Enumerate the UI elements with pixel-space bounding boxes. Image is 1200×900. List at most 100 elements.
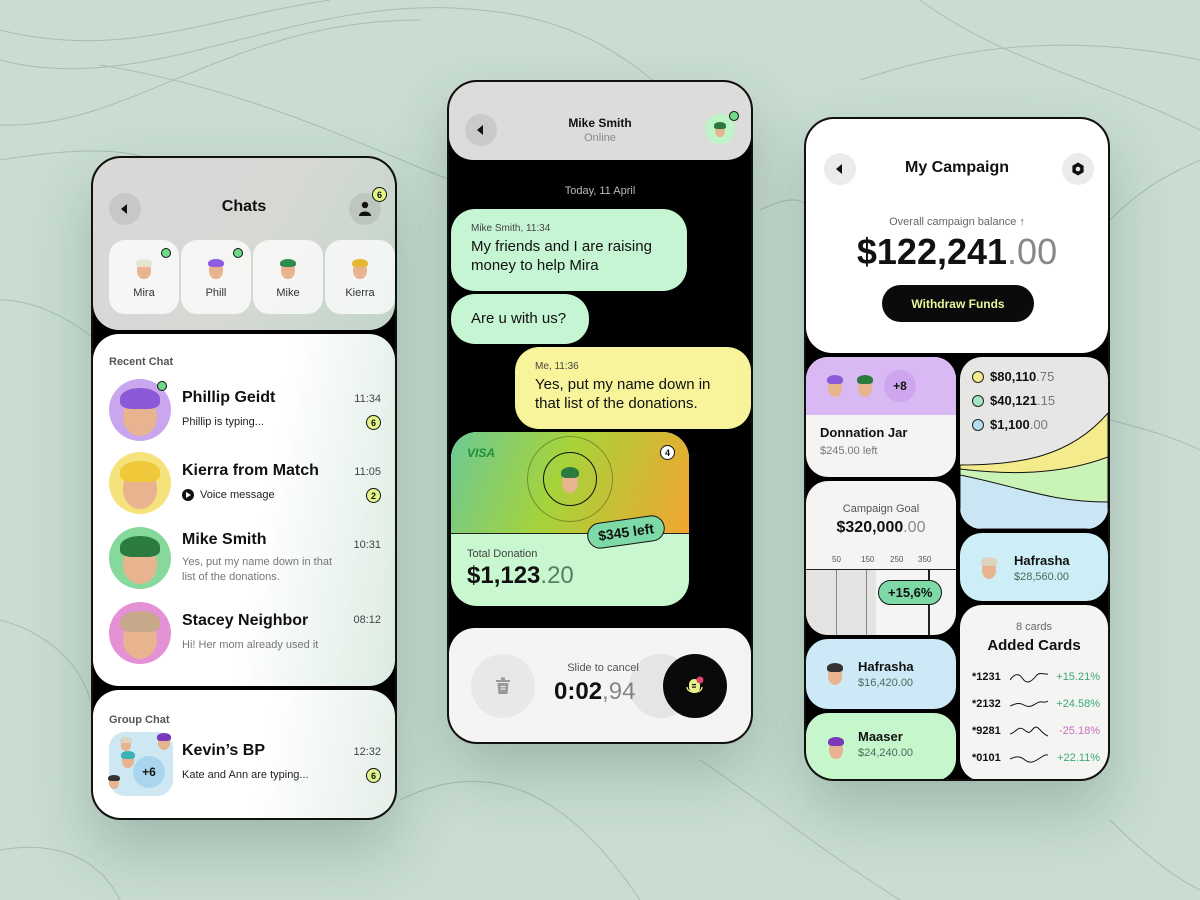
message-bubble-outgoing: Me, 11:36 Yes, put my name down in that … bbox=[515, 347, 751, 429]
card-row[interactable]: *1231 +15.21% bbox=[972, 669, 1100, 687]
donation-card[interactable]: VISA 4 $345 left Total Donation $1,123.2… bbox=[451, 432, 689, 606]
voice-recorder-bar: Slide to cancel 0:02,94 bbox=[449, 628, 751, 742]
chat-item[interactable]: Mike Smith Yes, put my name down in that… bbox=[109, 527, 381, 593]
donor-name: Hafrasha bbox=[858, 659, 914, 674]
chat-time: 08:12 bbox=[353, 614, 381, 626]
record-button[interactable] bbox=[663, 654, 727, 718]
unread-badge: 2 bbox=[366, 488, 381, 503]
chat-name: Kierra from Match bbox=[182, 462, 319, 479]
card-number: *1231 bbox=[972, 671, 1001, 683]
member-avatar bbox=[852, 371, 878, 399]
story-mira[interactable]: Mira bbox=[109, 240, 179, 314]
section-label: Recent Chat bbox=[109, 356, 174, 368]
chat-item[interactable]: Kierra from Match Voice message 11:05 2 bbox=[109, 452, 381, 518]
goal-label: Campaign Goal bbox=[842, 503, 920, 515]
arrow-up-icon: ↑ bbox=[1019, 216, 1025, 228]
donor-avatar bbox=[824, 733, 848, 761]
goal-progress: +15,6% bbox=[806, 569, 956, 635]
cards-title: Added Cards bbox=[987, 637, 1081, 654]
message-bubble-incoming: Mike Smith, 11:34 My friends and I are r… bbox=[451, 209, 687, 291]
chat-preview: Phillip is typing... bbox=[182, 416, 264, 428]
withdraw-funds-button[interactable]: Withdraw Funds bbox=[882, 285, 1034, 322]
axis-tick: 250 bbox=[890, 555, 904, 564]
donor-tile[interactable]: Hafrasha $16,420.00 bbox=[806, 639, 956, 709]
contacts-badge: 6 bbox=[372, 187, 387, 202]
member-avatar bbox=[153, 730, 175, 752]
chat-preview: Yes, put my name down in that list of th… bbox=[182, 556, 333, 583]
contact-avatar-button[interactable] bbox=[705, 111, 739, 144]
voice-message-label: Voice message bbox=[200, 489, 275, 501]
card-row[interactable]: *2132 +24.58% bbox=[972, 696, 1100, 714]
message-text: My friends and I are raising money to he… bbox=[471, 238, 652, 274]
contacts-button[interactable]: 6 bbox=[349, 187, 387, 225]
online-indicator bbox=[729, 111, 739, 121]
chat-preview: Hi! Her mom already used it bbox=[182, 639, 319, 651]
chat-time: 12:32 bbox=[353, 746, 381, 758]
chat-name: Phillip Geidt bbox=[182, 389, 276, 406]
group-chat-panel: Group Chat +6 Kevin’s BP Kate and Ann ar… bbox=[93, 690, 395, 818]
message-bubble-incoming: Are u with us? bbox=[451, 294, 589, 344]
avatar bbox=[203, 255, 229, 281]
donor-avatar bbox=[976, 553, 1002, 581]
campaign-goal-tile[interactable]: Campaign Goal $320,000.00 50 150 250 350… bbox=[806, 481, 956, 635]
goal-amount: $320,000.00 bbox=[836, 519, 926, 536]
online-indicator bbox=[161, 248, 171, 258]
count-badge: 4 bbox=[660, 445, 675, 460]
avatar bbox=[711, 119, 729, 139]
story-kierra[interactable]: Kierra bbox=[325, 240, 395, 314]
avatar bbox=[347, 255, 373, 281]
group-chat-item[interactable]: +6 Kevin’s BP Kate and Ann are typing...… bbox=[108, 730, 381, 798]
story-name: Mike bbox=[276, 287, 300, 299]
chat-item[interactable]: Stacey Neighbor Hi! Her mom already used… bbox=[109, 602, 381, 668]
avatar bbox=[131, 255, 157, 281]
message-text: Are u with us? bbox=[471, 310, 567, 327]
donor-avatar bbox=[556, 462, 584, 496]
balance-label: Overall campaign balance ↑ bbox=[889, 216, 1025, 228]
story-name: Mira bbox=[133, 287, 155, 299]
axis-tick: 50 bbox=[832, 555, 841, 564]
card-number: *0101 bbox=[972, 752, 1001, 764]
card-row[interactable]: *9281 -25.18% bbox=[972, 723, 1100, 741]
donor-amount: $28,560.00 bbox=[1014, 571, 1070, 583]
delete-recording-button[interactable] bbox=[471, 654, 535, 718]
online-indicator bbox=[233, 248, 243, 258]
date-separator: Today, 11 April bbox=[564, 185, 636, 197]
hexagon-settings-icon bbox=[1072, 162, 1084, 176]
donor-name: Maaser bbox=[858, 729, 903, 744]
visa-logo: VISA bbox=[467, 446, 496, 460]
campaign-screen: My Campaign Overall campaign balance ↑ $… bbox=[804, 117, 1110, 781]
card-change: +22.11% bbox=[1057, 752, 1100, 764]
message-meta: Me, 11:36 bbox=[535, 361, 579, 372]
jar-members: +8 bbox=[806, 357, 956, 415]
chat-name: Mike Smith bbox=[182, 531, 267, 548]
avatar bbox=[109, 602, 171, 664]
chat-preview: Kate and Ann are typing... bbox=[182, 769, 309, 781]
donation-jar-tile[interactable]: +8 Donnation Jar $245.00 left bbox=[806, 357, 956, 477]
added-cards-tile: 8 cards Added Cards *1231 +15.21% *2132 … bbox=[960, 605, 1108, 779]
card-row[interactable]: *0101 +22.11% bbox=[972, 750, 1100, 768]
donor-avatar bbox=[822, 659, 848, 687]
avatar bbox=[109, 527, 171, 589]
card-change: -25.18% bbox=[1059, 725, 1100, 737]
chat-time: 11:34 bbox=[354, 393, 381, 405]
sparkline bbox=[1010, 700, 1048, 707]
stories-row: Mira Phill Mike Kierra bbox=[109, 240, 395, 314]
settings-button[interactable] bbox=[1062, 153, 1094, 185]
recent-chat-panel: Recent Chat Phillip Geidt Phillip is typ… bbox=[93, 334, 395, 686]
chat-item[interactable]: Phillip Geidt Phillip is typing... 11:34… bbox=[109, 379, 381, 445]
card-number: *9281 bbox=[972, 725, 1001, 737]
donor-amount: $24,240.00 bbox=[858, 747, 914, 759]
member-avatar bbox=[105, 772, 123, 790]
message-meta: Mike Smith, 11:34 bbox=[471, 223, 551, 234]
donor-tile[interactable]: Maaser $24,240.00 bbox=[806, 713, 956, 779]
total-donation-amount: $1,123.20 bbox=[467, 562, 574, 589]
avatar bbox=[109, 452, 171, 514]
sparkline bbox=[1010, 672, 1048, 683]
story-phill[interactable]: Phill bbox=[181, 240, 251, 314]
message-text: Yes, put my name down in that list of th… bbox=[535, 376, 711, 412]
story-mike[interactable]: Mike bbox=[253, 240, 323, 314]
group-avatar: +6 bbox=[108, 730, 175, 796]
sparkline bbox=[1010, 726, 1048, 737]
donor-tile[interactable]: Hafrasha $28,560.00 bbox=[960, 533, 1108, 601]
extra-members-count: +6 bbox=[133, 756, 165, 788]
